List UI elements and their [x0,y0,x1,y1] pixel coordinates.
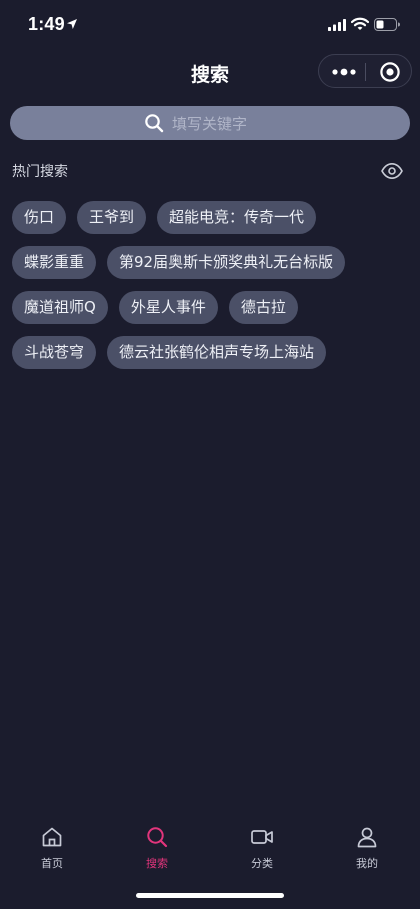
status-bar: 1:49 [0,0,420,50]
hot-search-tag[interactable]: 德云社张鹤伦相声专场上海站 [107,336,327,369]
close-target-icon[interactable] [379,61,401,83]
wifi-icon [351,17,369,30]
hot-search-tag[interactable]: 德古拉 [228,291,298,324]
search-input[interactable]: 填写关键字 [10,106,410,140]
signal-icon [328,19,346,31]
hot-search-tag[interactable]: 蝶影重重 [12,246,97,279]
tag-row: 魔道祖师Q 外星人事件 德古拉 [12,291,412,324]
tag-row: 伤口 王爷到 超能电竞：传奇一代 [12,201,412,234]
tab-mine-label: 我的 [356,857,378,870]
user-icon [357,827,377,848]
mini-program-capsule [318,54,412,88]
hot-search-header: 热门搜索 [12,159,408,183]
hot-search-tag[interactable]: 伤口 [12,201,67,234]
hot-search-tag[interactable]: 王爷到 [77,201,147,234]
tab-search-label: 搜索 [146,857,168,870]
eye-icon[interactable] [380,160,404,182]
tab-home[interactable]: 首页 [12,823,92,875]
hot-search-tag[interactable]: 外星人事件 [118,291,218,324]
battery-icon [374,18,400,31]
location-arrow-icon [67,19,77,29]
tab-category-label: 分类 [251,857,273,870]
tab-home-label: 首页 [41,857,63,870]
home-indicator[interactable] [136,893,284,898]
hot-search-tag[interactable]: 超能电竞：传奇一代 [157,201,317,234]
tab-category[interactable]: 分类 [222,823,302,875]
tag-row: 斗战苍穹 德云社张鹤伦相声专场上海站 [12,336,412,369]
hot-search-tag[interactable]: 魔道祖师Q [12,291,108,324]
tab-mine[interactable]: 我的 [327,823,407,875]
hot-search-tag[interactable]: 斗战苍穹 [12,336,97,369]
hot-search-tag[interactable]: 第92届奥斯卡颁奖典礼无台标版 [107,246,346,279]
search-placeholder: 填写关键字 [172,115,248,133]
tab-search[interactable]: 搜索 [117,823,197,875]
capsule-divider [365,63,366,81]
nav-bar: 搜索 [0,50,420,94]
status-time: 1:49 [28,14,65,34]
tag-row: 蝶影重重 第92届奥斯卡颁奖典礼无台标版 [12,246,412,279]
hot-search-tags: 伤口 王爷到 超能电竞：传奇一代 蝶影重重 第92届奥斯卡颁奖典礼无台标版 魔道… [12,201,412,381]
home-icon [42,827,62,847]
hot-search-title: 热门搜索 [12,164,68,180]
search-icon [147,827,168,848]
video-camera-icon [251,830,273,844]
more-icon[interactable] [331,64,357,80]
tab-bar: 首页 搜索 分类 我的 [0,823,420,879]
search-icon [145,114,164,133]
